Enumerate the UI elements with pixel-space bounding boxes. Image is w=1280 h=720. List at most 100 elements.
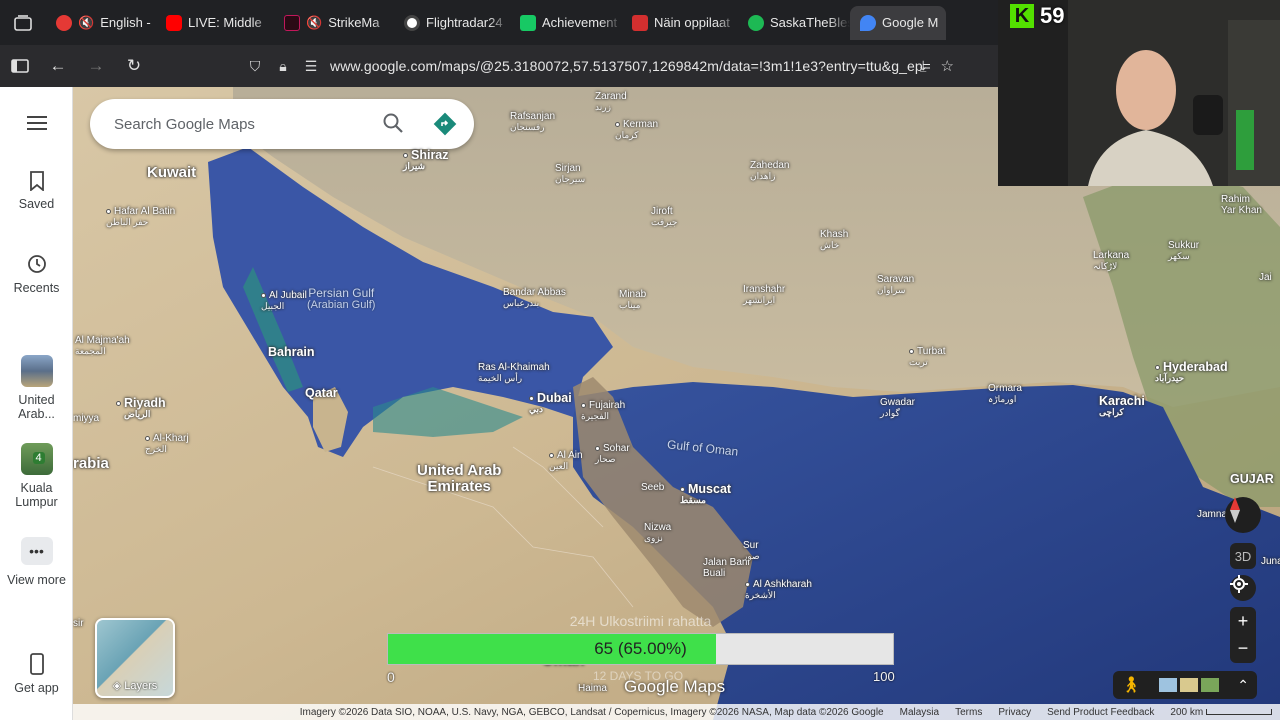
sidebar-toggle-button[interactable] — [2, 48, 38, 84]
place-label[interactable]: Haima — [578, 683, 607, 695]
imagery-thumb[interactable] — [1201, 678, 1220, 692]
tab-live-middle[interactable]: LIVE: Middle — [156, 5, 274, 40]
place-label[interactable]: Qatar — [305, 386, 338, 400]
place-label[interactable]: Al Ain العين — [549, 450, 583, 471]
my-location-button[interactable] — [1230, 575, 1256, 601]
scale-bar[interactable]: 200 km — [1170, 707, 1272, 718]
place-label[interactable]: Riyadh الرياض — [116, 396, 166, 420]
pegman-icon[interactable]: 🚶︎ — [1121, 675, 1141, 695]
address-bar[interactable]: ⛉ 🔒︎ ☰ www.google.com/maps/@25.3180072,5… — [240, 50, 960, 82]
tab-google-maps[interactable]: Google M ✕ — [850, 5, 946, 40]
reload-button[interactable]: ↻ — [116, 48, 152, 84]
place-label[interactable]: Zahedan زاهدان — [750, 160, 789, 181]
menu-button[interactable] — [0, 115, 73, 137]
get-app-button[interactable]: Get app — [0, 653, 73, 695]
place-label[interactable]: Larkana لاڑکانہ — [1093, 250, 1129, 271]
recent-place-uae[interactable]: United Arab... — [0, 355, 73, 421]
imagery-thumb[interactable] — [1180, 678, 1199, 692]
lock-icon[interactable]: 🔒︎ — [274, 58, 292, 75]
place-label[interactable]: Ormara اورماڑہ — [988, 383, 1022, 404]
place-label[interactable]: Iranshahr ایرانشهر — [743, 284, 785, 305]
place-label[interactable]: rabia — [73, 456, 109, 472]
place-label[interactable]: Karachi کراچی — [1099, 394, 1145, 418]
country-label[interactable]: United Arab Emirates — [417, 463, 501, 495]
recent-count-badge: 4 — [32, 452, 45, 464]
place-label[interactable]: Hyderabad حیدرآباد — [1155, 360, 1228, 384]
place-label[interactable]: Al Majma'ah المجمعة — [75, 335, 130, 356]
place-label[interactable]: Khash خاش — [820, 229, 848, 250]
mute-icon[interactable]: 🔇 — [306, 15, 322, 31]
place-label[interactable]: Rahim Yar Khan — [1221, 194, 1262, 216]
compass-button[interactable] — [1225, 497, 1261, 533]
place-label[interactable]: Bahrain — [268, 345, 315, 359]
place-label[interactable]: Muscat مسقط — [680, 482, 731, 506]
tab-english[interactable]: 🔇 English - — [46, 6, 156, 40]
place-label[interactable]: Zarand زرند — [595, 91, 627, 112]
place-label[interactable]: Saravan سراوان — [877, 274, 914, 295]
place-label[interactable]: Kuwait — [147, 165, 196, 181]
recents-button[interactable]: Recents — [0, 253, 73, 295]
place-label[interactable]: GUJAR — [1230, 472, 1274, 486]
imagery-thumb[interactable] — [1159, 678, 1178, 692]
shield-icon[interactable]: ⛉ — [246, 58, 264, 75]
place-label[interactable]: Hafar Al Batin حفر الباطن — [106, 206, 175, 227]
place-label[interactable]: Jiroft جیرفت — [651, 206, 677, 227]
privacy-link[interactable]: Privacy — [998, 707, 1031, 718]
place-label[interactable]: sir — [73, 618, 84, 630]
attribution-text[interactable]: Imagery ©2026 Data SIO, NOAA, U.S. Navy,… — [300, 707, 884, 718]
place-label[interactable]: Fujairah الفجيرة — [581, 400, 625, 421]
expand-up-icon[interactable]: ⌃ — [1237, 677, 1249, 694]
place-label[interactable]: Nizwa نزوى — [644, 522, 671, 543]
place-label[interactable]: Ras Al-Khaimah رأس الخيمة — [478, 362, 550, 383]
place-label[interactable]: Al Ashkharah الأشخرة — [745, 579, 812, 600]
place-label[interactable]: miyya — [73, 413, 99, 425]
zoom-in-button[interactable]: + — [1238, 607, 1249, 635]
mute-icon[interactable]: 🔇 — [78, 15, 94, 31]
search-input[interactable] — [114, 115, 374, 133]
tab-overview-button[interactable] — [0, 0, 46, 45]
back-button[interactable]: ← — [40, 48, 76, 84]
water-label[interactable]: Persian Gulf (Arabian Gulf) — [307, 287, 375, 311]
place-label[interactable]: Kerman کرمان — [615, 119, 658, 140]
terms-link[interactable]: Terms — [955, 707, 982, 718]
recent-place-kuala-lumpur[interactable]: 4 Kuala Lumpur — [0, 443, 73, 509]
place-label[interactable]: Turbat تربت — [909, 346, 946, 367]
tab-spotify[interactable]: SaskaTheBles — [738, 5, 850, 40]
feedback-link[interactable]: Send Product Feedback — [1047, 707, 1154, 718]
zoom-out-button[interactable]: − — [1238, 635, 1249, 663]
place-label[interactable]: Seeb — [641, 482, 664, 494]
place-label[interactable]: Sukkur سکھر — [1168, 240, 1199, 261]
more-dots-icon: ••• — [20, 537, 53, 565]
place-label[interactable]: Sohar صحار — [595, 443, 630, 464]
bookmark-star-icon[interactable]: ☆ — [941, 57, 954, 75]
region-link[interactable]: Malaysia — [900, 707, 939, 718]
forward-button[interactable]: → — [78, 48, 114, 84]
goal-title: 24H Ulkostriimi rahatta — [569, 613, 712, 629]
tab-nain-oppilaat[interactable]: Näin oppilaat — [622, 5, 738, 40]
install-app-icon[interactable]: ⤓ — [920, 58, 927, 75]
place-label[interactable]: Minab میناب — [619, 289, 646, 310]
tab-achievement[interactable]: Achievement — [510, 5, 622, 40]
place-label[interactable]: Shiraz شیراز — [403, 148, 449, 172]
place-label[interactable]: Juna — [1261, 556, 1280, 568]
saved-button[interactable]: Saved — [0, 171, 73, 211]
layers-button[interactable]: ◈ Layers — [95, 618, 175, 698]
search-box[interactable] — [90, 99, 474, 149]
toggle-3d-button[interactable]: 3D — [1230, 543, 1256, 569]
site-settings-icon[interactable]: ☰ — [302, 58, 320, 75]
spotify-icon — [748, 14, 764, 31]
place-label[interactable]: Bandar Abbas بندرعباس — [503, 287, 566, 308]
url-text[interactable]: www.google.com/maps/@25.3180072,57.51375… — [330, 58, 930, 74]
place-label[interactable]: Gwadar گوادر — [880, 397, 915, 418]
tab-label: Google M — [882, 15, 939, 30]
place-label[interactable]: Dubai دبي — [529, 391, 572, 415]
place-label[interactable]: Sirjan سیرجان — [555, 163, 585, 184]
view-more-button[interactable]: ••• View more — [0, 537, 73, 587]
tab-strikemap[interactable]: 🔇 StrikeMa — [274, 5, 394, 40]
place-label[interactable]: Jalan Bani Buali — [703, 557, 750, 579]
tab-flightradar[interactable]: Flightradar24 — [394, 5, 510, 40]
place-label[interactable]: Al-Kharj الخرج — [145, 433, 189, 454]
place-label[interactable]: Jai — [1259, 272, 1272, 284]
place-label[interactable]: Rafsanjan رفسنجان — [510, 111, 555, 132]
place-label[interactable]: Al Jubail الجبيل — [261, 290, 307, 311]
